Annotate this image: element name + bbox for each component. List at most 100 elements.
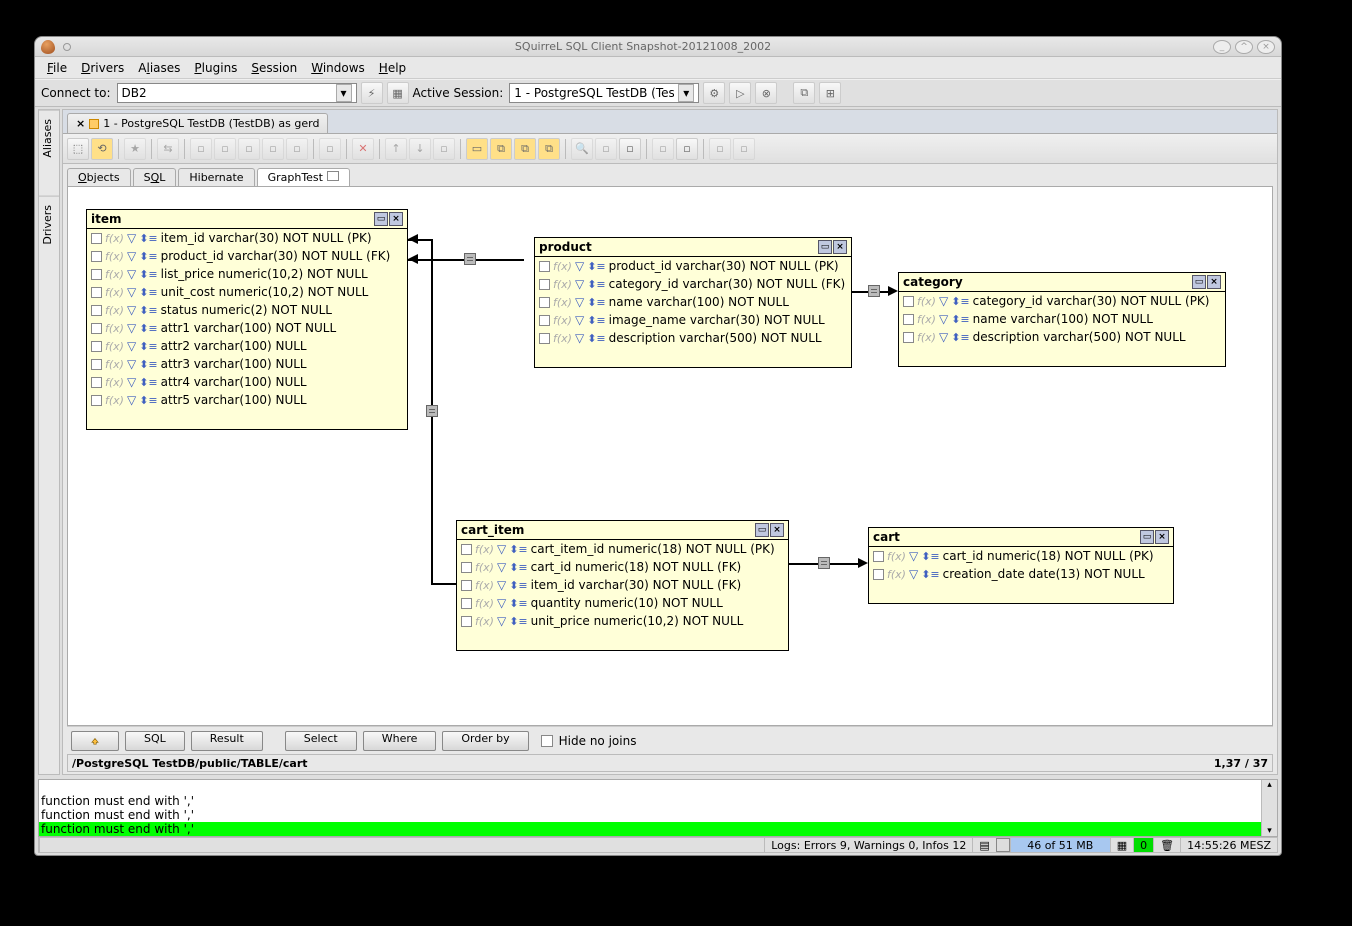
minimize-button[interactable]: _	[1213, 40, 1231, 54]
scroll-up-icon[interactable]: ▴	[1267, 780, 1272, 790]
checkbox[interactable]	[91, 269, 102, 280]
filter-icon[interactable]: ▽	[497, 560, 506, 574]
column-row[interactable]: f(x)▽⬍≡attr2 varchar(100) NULL	[87, 337, 407, 355]
fx-icon[interactable]: f(x)	[105, 268, 124, 281]
filter-icon[interactable]: ▽	[127, 321, 136, 335]
checkbox[interactable]	[903, 314, 914, 325]
table-cart[interactable]: cart ▭× f(x)▽⬍≡cart_id numeric(18) NOT N…	[868, 527, 1174, 604]
view-icon[interactable]: ⬚	[67, 138, 89, 160]
sort-icon[interactable]: ⬍≡	[509, 579, 527, 592]
connector-handle[interactable]	[426, 405, 438, 417]
table-cart-item[interactable]: cart_item ▭× f(x)▽⬍≡cart_item_id numeric…	[456, 520, 789, 651]
sort-icon[interactable]: ⬍≡	[921, 568, 939, 581]
scrollbar[interactable]: ▴▾	[1261, 780, 1277, 836]
tile-icon[interactable]: ⊞	[819, 82, 841, 104]
sort-icon[interactable]: ⬍≡	[139, 268, 157, 281]
fx-icon[interactable]: f(x)	[887, 568, 906, 581]
sort-icon[interactable]: ⬍≡	[139, 394, 157, 407]
filter-icon[interactable]: ▽	[497, 596, 506, 610]
checkbox[interactable]	[91, 359, 102, 370]
column-row[interactable]: f(x)▽⬍≡product_id varchar(30) NOT NULL (…	[535, 257, 851, 275]
filter-icon[interactable]: ▽	[127, 267, 136, 281]
tab-objects[interactable]: Objects	[67, 168, 131, 186]
fx-icon[interactable]: f(x)	[553, 260, 572, 273]
checkbox[interactable]	[873, 551, 884, 562]
sort-icon[interactable]: ⬍≡	[139, 232, 157, 245]
titlebar[interactable]: SQuirreL SQL Client Snapshot-20121008_20…	[35, 37, 1281, 57]
checkbox[interactable]	[539, 261, 550, 272]
checkbox[interactable]	[91, 323, 102, 334]
checkbox[interactable]	[461, 562, 472, 573]
refresh-icon[interactable]: ⟲	[91, 138, 113, 160]
fx-icon[interactable]: f(x)	[475, 543, 494, 556]
column-row[interactable]: f(x)▽⬍≡name varchar(100) NOT NULL	[899, 310, 1225, 328]
tb-icon[interactable]: ▫	[676, 138, 698, 160]
stop-icon[interactable]: ⊗	[755, 82, 777, 104]
table-close-icon[interactable]: ×	[389, 212, 403, 226]
table-window-icon[interactable]: ▭	[1192, 275, 1206, 289]
connector-handle[interactable]	[464, 253, 476, 265]
fx-icon[interactable]: f(x)	[553, 332, 572, 345]
checkbox[interactable]	[873, 569, 884, 580]
column-row[interactable]: f(x)▽⬍≡attr1 varchar(100) NOT NULL	[87, 319, 407, 337]
tb-icon[interactable]: ⧉	[514, 138, 536, 160]
trash-icon[interactable]: 🗑	[1153, 838, 1180, 852]
session-tab[interactable]: × 1 - PostgreSQL TestDB (TestDB) as gerd	[67, 113, 328, 133]
sort-icon[interactable]: ⬍≡	[587, 278, 605, 291]
sort-icon[interactable]: ⬍≡	[139, 358, 157, 371]
column-row[interactable]: f(x)▽⬍≡category_id varchar(30) NOT NULL …	[899, 292, 1225, 310]
fx-icon[interactable]: f(x)	[105, 376, 124, 389]
filter-icon[interactable]: ▽	[939, 330, 948, 344]
connector-handle[interactable]	[868, 285, 880, 297]
sql-button[interactable]: SQL	[125, 731, 185, 751]
result-button[interactable]: Result	[191, 731, 263, 751]
sort-icon[interactable]: ⬍≡	[509, 543, 527, 556]
close-button[interactable]: ×	[1257, 40, 1275, 54]
titlebar-dot[interactable]	[63, 43, 71, 51]
column-row[interactable]: f(x)▽⬍≡attr4 varchar(100) NULL	[87, 373, 407, 391]
column-row[interactable]: f(x)▽⬍≡attr5 varchar(100) NULL	[87, 391, 407, 409]
filter-icon[interactable]: ▽	[127, 339, 136, 353]
new-session-icon[interactable]: ▦	[387, 82, 409, 104]
connector-handle[interactable]	[818, 557, 830, 569]
fx-icon[interactable]: f(x)	[105, 322, 124, 335]
filter-icon[interactable]: ▽	[909, 549, 918, 563]
connect-icon[interactable]: ⚡	[361, 82, 383, 104]
orderby-button[interactable]: Order by	[442, 731, 528, 751]
menu-file[interactable]: File	[41, 59, 73, 77]
table-close-icon[interactable]: ×	[1155, 530, 1169, 544]
filter-icon[interactable]: ▽	[127, 285, 136, 299]
table-window-icon[interactable]: ▭	[1140, 530, 1154, 544]
column-row[interactable]: f(x)▽⬍≡image_name varchar(30) NOT NULL	[535, 311, 851, 329]
checkbox[interactable]	[461, 616, 472, 627]
column-row[interactable]: f(x)▽⬍≡creation_date date(13) NOT NULL	[869, 565, 1173, 583]
filter-icon[interactable]: ▽	[497, 614, 506, 628]
column-row[interactable]: f(x)▽⬍≡product_id varchar(30) NOT NULL (…	[87, 247, 407, 265]
sort-icon[interactable]: ⬍≡	[139, 340, 157, 353]
column-row[interactable]: f(x)▽⬍≡description varchar(500) NOT NULL	[899, 328, 1225, 346]
fx-icon[interactable]: f(x)	[105, 232, 124, 245]
checkbox[interactable]	[461, 598, 472, 609]
checkbox[interactable]	[91, 287, 102, 298]
checkbox[interactable]	[91, 377, 102, 388]
tab-graphtest[interactable]: GraphTest	[257, 168, 350, 186]
menu-windows[interactable]: Windows	[305, 59, 371, 77]
checkbox[interactable]	[461, 580, 472, 591]
sort-icon[interactable]: ⬍≡	[587, 260, 605, 273]
filter-icon[interactable]: ▽	[127, 231, 136, 245]
close-icon[interactable]: ×	[76, 117, 85, 130]
gc-button[interactable]: ▦	[1110, 838, 1133, 852]
sidetab-drivers[interactable]: Drivers	[39, 196, 59, 253]
fx-icon[interactable]: f(x)	[917, 313, 936, 326]
filter-icon[interactable]: ▽	[909, 567, 918, 581]
filter-icon[interactable]: ▽	[497, 542, 506, 556]
sidetab-aliases[interactable]: Aliases	[39, 110, 59, 166]
tb-icon[interactable]: ▫	[619, 138, 641, 160]
table-category[interactable]: category ▭× f(x)▽⬍≡category_id varchar(3…	[898, 272, 1226, 367]
scroll-down-icon[interactable]: ▾	[1267, 826, 1272, 836]
sort-icon[interactable]: ⬍≡	[587, 314, 605, 327]
filter-icon[interactable]: ▽	[127, 303, 136, 317]
fx-icon[interactable]: f(x)	[553, 314, 572, 327]
sort-icon[interactable]: ⬍≡	[139, 304, 157, 317]
table-close-icon[interactable]: ×	[770, 523, 784, 537]
